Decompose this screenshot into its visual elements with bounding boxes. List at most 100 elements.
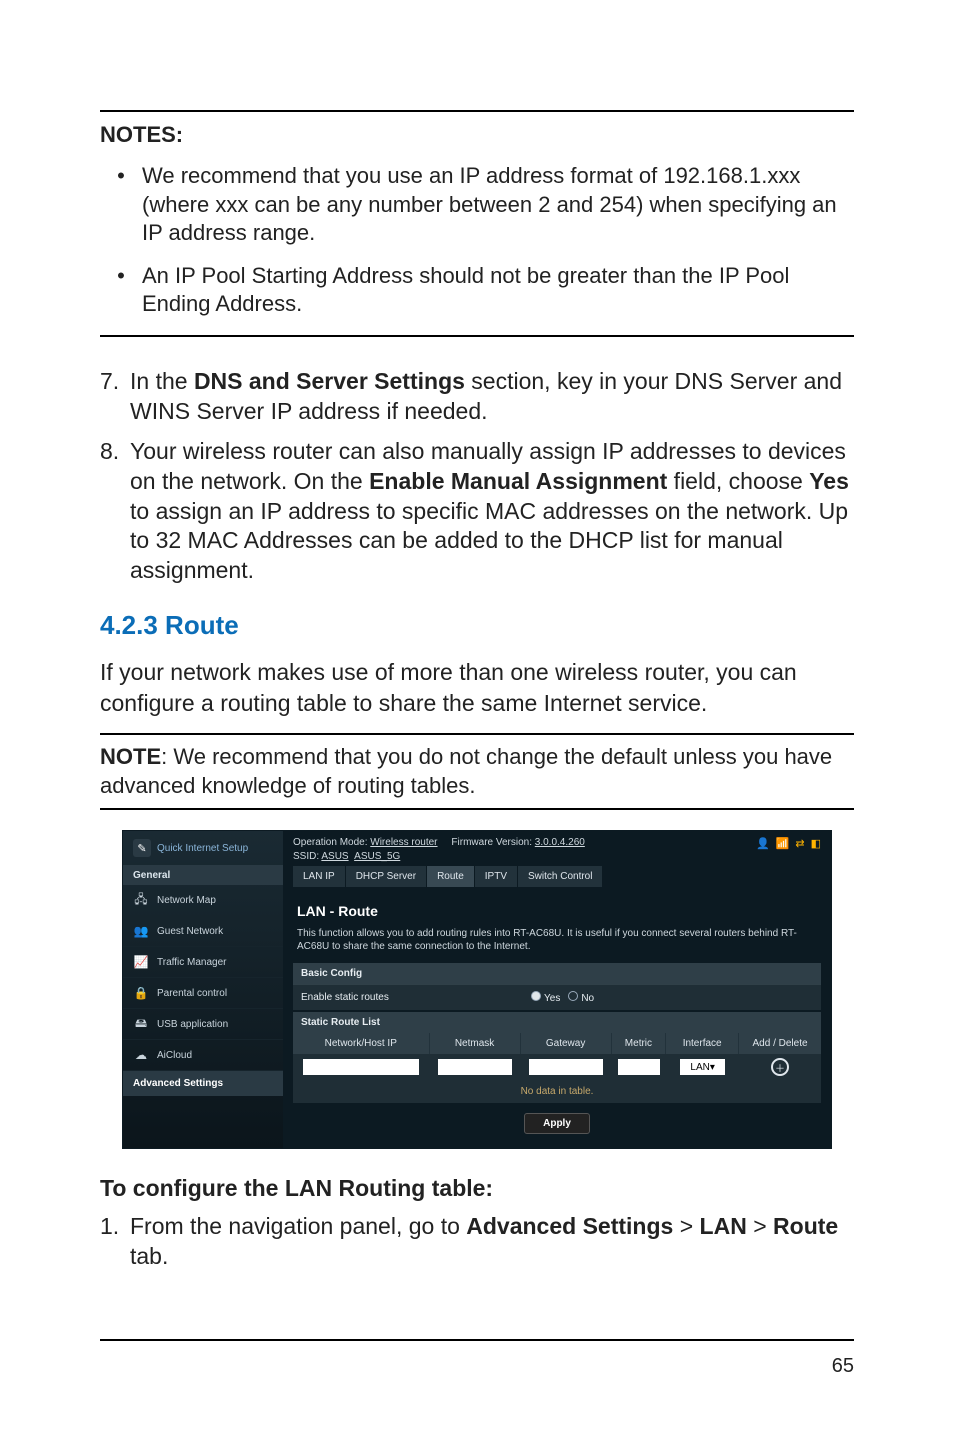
sidebar-item-aicloud[interactable]: ☁ AiCloud <box>123 1040 283 1071</box>
sidebar-item-label: USB application <box>157 1019 228 1030</box>
step-8: 8. Your wireless router can also manuall… <box>100 437 854 586</box>
sidebar-item-traffic-manager[interactable]: 📈 Traffic Manager <box>123 947 283 978</box>
interface-select[interactable]: LAN ▾ <box>680 1059 725 1075</box>
basic-config-header: Basic Config <box>293 963 821 984</box>
no-data-message: No data in table. <box>293 1080 821 1103</box>
page-footer: 65 <box>100 1339 854 1378</box>
configure-subheading: To configure the LAN Routing table: <box>100 1175 854 1202</box>
lan-icon[interactable]: ◧ <box>811 837 821 850</box>
sidebar-item-network-map[interactable]: 🖧Network Map <box>123 885 283 916</box>
usb-application-icon: 🖴 <box>133 1016 149 1032</box>
tab-bar: LAN IP DHCP Server Route IPTV Switch Con… <box>293 866 821 887</box>
text-fragment: From the navigation panel, go to <box>130 1213 466 1239</box>
sidebar-item-qis[interactable]: ✎ Quick Internet Setup <box>123 831 283 866</box>
tab-iptv[interactable]: IPTV <box>475 866 518 887</box>
sidebar-item-guest-network[interactable]: 👥 Guest Network <box>123 916 283 947</box>
network-map-icon: 🖧 <box>133 892 149 908</box>
netmask-input[interactable] <box>438 1059 513 1075</box>
radio-no[interactable]: No <box>568 991 594 1004</box>
note-label: NOTE <box>100 744 161 769</box>
parental-control-icon: 🔒 <box>133 985 149 1001</box>
bold-fragment: Enable Manual Assignment <box>369 468 667 494</box>
opmode-link[interactable]: Wireless router <box>370 837 437 848</box>
header-ssid: SSID: ASUS ASUS_5G <box>293 851 821 862</box>
no-label: No <box>581 993 594 1004</box>
bullet-icon: • <box>100 162 142 248</box>
col-metric: Metric <box>612 1033 667 1054</box>
yes-label: Yes <box>544 993 560 1004</box>
wifi-icon[interactable]: 📶 <box>776 837 790 850</box>
step-number: 8. <box>100 437 130 586</box>
sidebar-item-parental-control[interactable]: 🔒 Parental control <box>123 978 283 1009</box>
sidebar-item-label: Guest Network <box>157 926 223 937</box>
sidebar-item-label: Parental control <box>157 988 227 999</box>
steps-list-a: 7. In the DNS and Server Settings sectio… <box>100 367 854 586</box>
opmode-label: Operation Mode: <box>293 837 370 848</box>
ssid1-link[interactable]: ASUS <box>321 851 348 862</box>
col-netmask: Netmask <box>430 1033 521 1054</box>
enable-label: Enable static routes <box>301 992 531 1003</box>
bold-fragment: LAN <box>700 1213 747 1239</box>
step-7: 7. In the DNS and Server Settings sectio… <box>100 367 854 427</box>
traffic-manager-icon: 📈 <box>133 954 149 970</box>
sidebar-item-usb-application[interactable]: 🖴 USB application <box>123 1009 283 1040</box>
bullet-icon: • <box>100 262 142 319</box>
page-number: 65 <box>832 1355 854 1378</box>
interface-value: LAN <box>690 1062 709 1073</box>
col-network: Network/Host IP <box>293 1033 430 1054</box>
apply-button[interactable]: Apply <box>524 1113 590 1134</box>
tab-lan-ip[interactable]: LAN IP <box>293 866 346 887</box>
ssid-label: SSID: <box>293 851 321 862</box>
tab-switch-control[interactable]: Switch Control <box>518 866 603 887</box>
add-button[interactable]: ＋ <box>771 1058 789 1076</box>
note-single: NOTE: We recommend that you do not chang… <box>100 733 854 810</box>
notes-title: NOTES: <box>100 122 854 148</box>
radio-icon <box>531 991 541 1001</box>
enable-static-routes-row: Enable static routes Yes No <box>293 984 821 1010</box>
tab-dhcp-server[interactable]: DHCP Server <box>346 866 427 887</box>
notes-list: • We recommend that you use an IP addres… <box>100 162 854 319</box>
qis-icon: ✎ <box>133 839 151 857</box>
text-fragment: to assign an IP address to specific MAC … <box>130 498 848 584</box>
step-text: Your wireless router can also manually a… <box>130 437 854 586</box>
step-text: In the DNS and Server Settings section, … <box>130 367 854 427</box>
router-main: 👤 📶 ⇄ ◧ Operation Mode: Wireless router … <box>283 831 831 1148</box>
router-screenshot: ✎ Quick Internet Setup General 🖧Network … <box>122 830 832 1149</box>
gateway-input[interactable] <box>529 1059 604 1075</box>
notes-item: • We recommend that you use an IP addres… <box>100 162 854 248</box>
guest-network-icon: 👥 <box>133 923 149 939</box>
sidebar-group-advanced: Advanced Settings <box>123 1071 283 1096</box>
header-icons: 👤 📶 ⇄ ◧ <box>756 837 821 850</box>
static-route-list-header: Static Route List <box>293 1012 821 1033</box>
tab-route[interactable]: Route <box>427 866 475 887</box>
step-number: 1. <box>100 1212 130 1272</box>
user-icon[interactable]: 👤 <box>756 837 770 850</box>
notes-box: NOTES: • We recommend that you use an IP… <box>100 110 854 337</box>
sidebar-group-general: General <box>123 866 283 885</box>
breadcrumb-separator: > <box>673 1213 699 1239</box>
metric-input[interactable] <box>618 1059 660 1075</box>
connect-icon[interactable]: ⇄ <box>795 837 804 850</box>
aicloud-icon: ☁ <box>133 1047 149 1063</box>
panel-description: This function allows you to add routing … <box>293 927 821 961</box>
router-sidebar: ✎ Quick Internet Setup General 🖧Network … <box>123 831 283 1148</box>
col-interface: Interface <box>666 1033 739 1054</box>
section-heading: 4.2.3 Route <box>100 610 854 641</box>
notes-text: An IP Pool Starting Address should not b… <box>142 262 854 319</box>
apply-row: Apply <box>293 1103 821 1136</box>
radio-yes[interactable]: Yes <box>531 991 560 1004</box>
network-input[interactable] <box>303 1059 419 1075</box>
qis-label: Quick Internet Setup <box>157 843 248 854</box>
ssid2-link[interactable]: ASUS_5G <box>354 851 400 862</box>
sidebar-item-label: AiCloud <box>157 1050 192 1061</box>
bold-fragment: Advanced Settings <box>466 1213 673 1239</box>
notes-text: We recommend that you use an IP address … <box>142 162 854 248</box>
breadcrumb-separator: > <box>747 1213 773 1239</box>
step-1: 1. From the navigation panel, go to Adva… <box>100 1212 854 1272</box>
sidebar-item-label: Traffic Manager <box>157 957 226 968</box>
step-number: 7. <box>100 367 130 427</box>
fw-link[interactable]: 3.0.0.4.260 <box>535 837 585 848</box>
intro-paragraph: If your network makes use of more than o… <box>100 657 854 719</box>
panel-title: LAN - Route <box>293 893 821 927</box>
text-fragment: tab. <box>130 1243 168 1269</box>
